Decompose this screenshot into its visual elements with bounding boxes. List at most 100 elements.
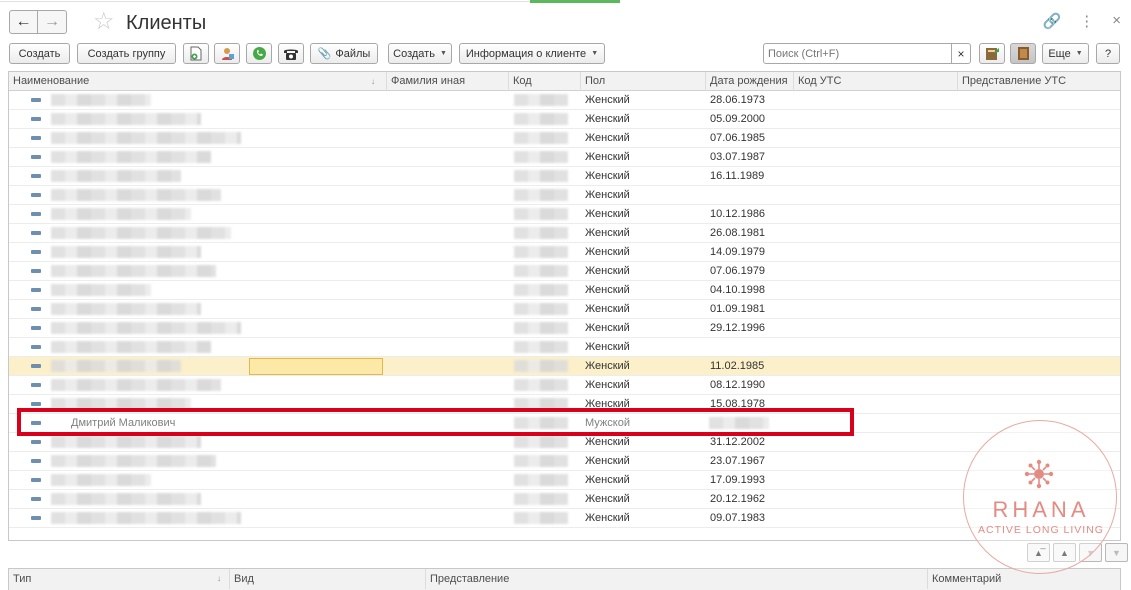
highlight-frame: [17, 408, 854, 436]
forward-button[interactable]: →: [38, 10, 67, 34]
table-row[interactable]: Женский 05.09.2000: [9, 110, 1120, 129]
call-button[interactable]: [246, 43, 272, 64]
client-item-icon: [31, 345, 41, 349]
contacts-table[interactable]: Тип ↓ Вид Представление Комментарий: [8, 568, 1121, 590]
cell-birth-date: 09.07.1983: [710, 512, 766, 524]
user-card-icon: [221, 48, 234, 60]
cell-gender: Женский: [585, 94, 630, 106]
table-row[interactable]: Женский 10.12.1986: [9, 205, 1120, 224]
files-button[interactable]: 📎 Файлы: [310, 43, 378, 64]
search-input[interactable]: [763, 43, 952, 64]
redacted-code: [514, 170, 568, 182]
create-button[interactable]: Создать: [9, 43, 70, 64]
cell-gender: Женский: [585, 132, 630, 144]
redacted-code: [514, 341, 568, 353]
redacted-code: [514, 113, 568, 125]
chevron-down-icon: ▼: [1075, 50, 1083, 57]
column-header-uts-view[interactable]: Представление УТС: [958, 72, 1120, 91]
redacted-name: [51, 436, 201, 448]
client-item-icon: [31, 269, 41, 273]
table-row[interactable]: Женский 17.09.1993: [9, 471, 1120, 490]
column-header-other-surname[interactable]: Фамилия иная: [387, 72, 509, 91]
column-header-gender[interactable]: Пол: [581, 72, 706, 91]
redacted-code: [514, 265, 568, 277]
client-item-icon: [31, 288, 41, 292]
double-chevron-down-icon: ▼: [1112, 547, 1121, 558]
table-row[interactable]: Женский 09.07.1983: [9, 509, 1120, 528]
create-menu-button[interactable]: Создать ▼: [388, 43, 452, 64]
table-row[interactable]: Женский 01.09.1981: [9, 300, 1120, 319]
column-header-type[interactable]: Тип ↓: [9, 569, 230, 589]
contact-person-button[interactable]: [214, 43, 240, 64]
cell-birth-date: 20.12.1962: [710, 493, 766, 505]
table-row[interactable]: Женский: [9, 338, 1120, 357]
cell-birth-date: [706, 186, 794, 205]
client-item-icon: [31, 497, 41, 501]
telephony-button[interactable]: [278, 43, 304, 64]
redacted-name: [51, 246, 201, 258]
table-row[interactable]: Женский: [9, 186, 1120, 205]
scroll-to-bottom-button[interactable]: ▼: [1105, 543, 1128, 562]
create-group-button[interactable]: Создать группу: [77, 43, 176, 64]
advanced-search-button[interactable]: [979, 43, 1005, 64]
help-button[interactable]: ?: [1096, 43, 1120, 64]
clients-table[interactable]: Наименование ↓ Фамилия иная Код Пол Дата…: [8, 71, 1121, 541]
star-icon[interactable]: ☆: [93, 9, 115, 35]
selected-cell-editor[interactable]: [249, 358, 383, 375]
redacted-code: [514, 227, 568, 239]
table-row[interactable]: Женский 08.12.1990: [9, 376, 1120, 395]
top-tabs-strip: [0, 0, 1131, 4]
table-row[interactable]: Женский 11.02.1985: [9, 357, 1120, 376]
rhana-watermark-logo: RHANA ACTIVE LONG LIVING: [963, 420, 1117, 574]
list-mode-toggle[interactable]: [1010, 43, 1036, 64]
cell-gender: Женский: [585, 341, 630, 353]
client-item-icon: [31, 174, 41, 178]
cell-birth-date: 07.06.1985: [710, 132, 766, 144]
search-clear-button[interactable]: ×: [951, 43, 971, 64]
table-row[interactable]: Женский 07.06.1985: [9, 129, 1120, 148]
arrow-right-icon: →: [44, 13, 60, 30]
more-vertical-icon[interactable]: ⋮: [1079, 12, 1094, 30]
column-header-kind[interactable]: Вид: [230, 569, 426, 589]
redacted-code: [514, 379, 568, 391]
client-item-icon: [31, 383, 41, 387]
redacted-name: [51, 474, 151, 486]
redacted-code: [514, 360, 568, 372]
redacted-code: [514, 303, 568, 315]
cell-birth-date: 04.10.1998: [710, 284, 766, 296]
table-row[interactable]: Женский 20.12.1962: [9, 490, 1120, 509]
table-row[interactable]: Женский 07.06.1979: [9, 262, 1120, 281]
client-item-icon: [31, 117, 41, 121]
column-header-name[interactable]: Наименование ↓: [9, 72, 387, 91]
column-header-presentation[interactable]: Представление: [426, 569, 928, 589]
table-row[interactable]: Женский 04.10.1998: [9, 281, 1120, 300]
column-header-code[interactable]: Код: [509, 72, 581, 91]
add-document-button[interactable]: [183, 43, 209, 64]
close-icon[interactable]: ×: [1112, 12, 1121, 30]
cell-gender: Женский: [585, 474, 630, 486]
back-button[interactable]: ←: [9, 10, 38, 34]
column-header-birth-date[interactable]: Дата рождения: [706, 72, 794, 91]
table-row[interactable]: Женский 28.06.1973: [9, 91, 1120, 110]
table-row[interactable]: Женский 29.12.1996: [9, 319, 1120, 338]
link-icon[interactable]: 🔗: [1043, 12, 1062, 30]
table-row[interactable]: Женский 16.11.1989: [9, 167, 1120, 186]
sort-icon: ↓: [371, 77, 375, 86]
cell-birth-date: 23.07.1967: [710, 455, 766, 467]
column-header-uts-code[interactable]: Код УТС: [794, 72, 958, 91]
logo-name: RHANA: [992, 497, 1090, 522]
more-menu-button[interactable]: Еще ▼: [1042, 43, 1089, 64]
redacted-name: [51, 151, 211, 163]
redacted-name: [51, 284, 151, 296]
rhana-logo-icon: [1024, 459, 1054, 489]
cell-birth-date: 11.02.1985: [710, 360, 765, 372]
table-row[interactable]: Женский 03.07.1987: [9, 148, 1120, 167]
chevron-down-icon: ▼: [439, 50, 447, 57]
table-body: Женский 28.06.1973 Женский 05.09.2000 Женски…: [9, 91, 1120, 528]
client-info-menu-button[interactable]: Информация о клиенте ▼: [459, 43, 605, 64]
table-row[interactable]: Женский 23.07.1967: [9, 452, 1120, 471]
cell-gender: Женский: [585, 208, 630, 220]
table-row[interactable]: Женский 14.09.1979: [9, 243, 1120, 262]
redacted-name: [51, 379, 221, 391]
table-row[interactable]: Женский 26.08.1981: [9, 224, 1120, 243]
